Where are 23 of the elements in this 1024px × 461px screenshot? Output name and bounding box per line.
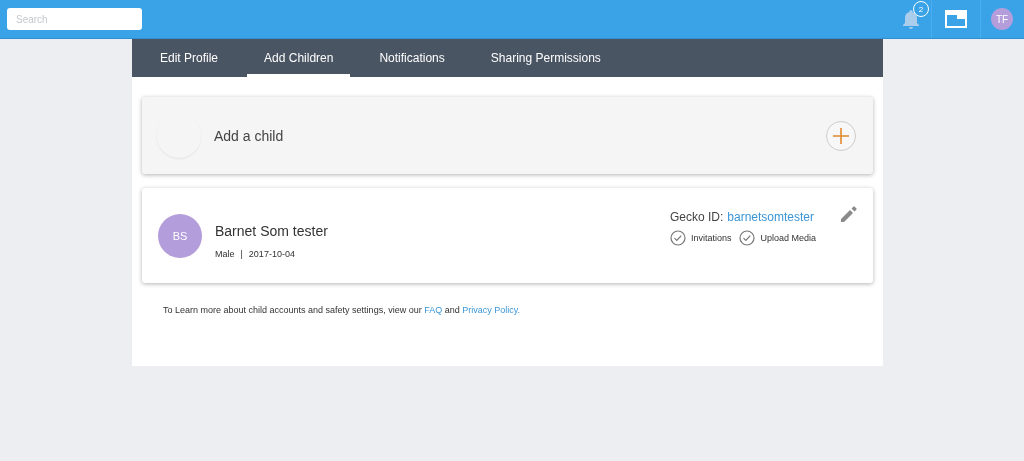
child-avatar: BS — [158, 213, 202, 258]
tab[interactable]: Notifications — [362, 39, 462, 77]
tab[interactable]: Sharing Permissions — [473, 39, 618, 77]
birthdate-text: 2017-10-04 — [248, 248, 295, 259]
add-button[interactable] — [826, 120, 856, 151]
permission-label: Invitations — [690, 232, 732, 243]
permission-label: Upload Media — [760, 232, 816, 243]
separator-text: | — [240, 248, 243, 259]
info-sentence: To Learn more about child accounts and safety settings, view our FAQ and Privacy Policy. — [163, 305, 522, 315]
check-circle-icon[interactable] — [739, 229, 756, 246]
add-child-label: Add a child — [214, 127, 285, 144]
tab[interactable]: Edit Profile — [143, 39, 236, 77]
pencil-icon[interactable] — [840, 204, 858, 223]
check-circle-icon[interactable] — [669, 229, 686, 246]
window-icon[interactable] — [945, 10, 967, 28]
tab[interactable]: Add Children — [247, 39, 351, 77]
bell-icon[interactable] — [902, 9, 920, 29]
plus-icon — [833, 127, 849, 144]
notification-badge: 2 — [913, 1, 929, 17]
gecko-id-label: Gecko ID: — [669, 209, 724, 224]
gender-text: Male — [215, 248, 235, 259]
search-field[interactable]: Search — [7, 8, 142, 30]
child-name: Barnet Som tester — [215, 222, 329, 239]
